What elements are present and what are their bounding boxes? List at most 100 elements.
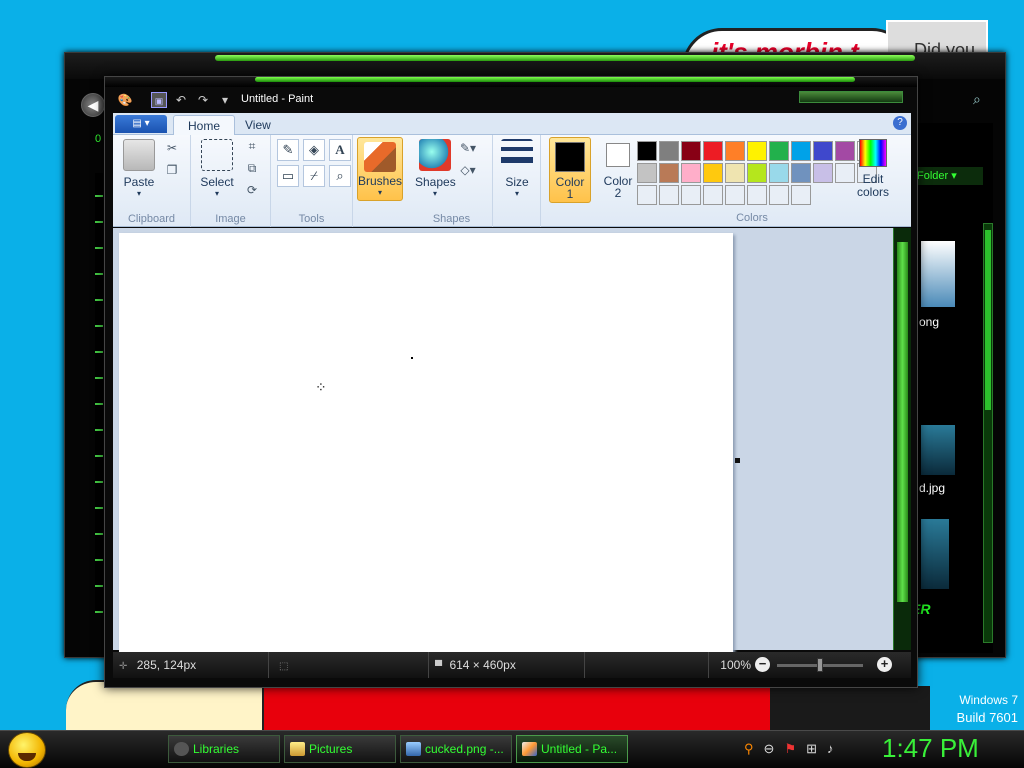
pencil-icon[interactable]: ✎ — [277, 139, 299, 161]
palette-swatch[interactable] — [703, 185, 723, 205]
palette-swatch[interactable] — [681, 185, 701, 205]
file-thumbnail[interactable] — [921, 519, 949, 589]
magnifier-icon[interactable]: ⌕ — [329, 165, 351, 187]
status-bar: ✛ 285, 124px ⬚ ▀ 614 × 460px 100% − + — [113, 652, 911, 678]
shapes-button[interactable]: Shapes ▾ — [415, 139, 456, 198]
text-icon[interactable]: A — [329, 139, 351, 161]
size-button[interactable]: Size ▾ — [497, 139, 537, 198]
palette-swatch[interactable] — [681, 163, 701, 183]
drawn-dot — [411, 357, 413, 359]
color1-swatch — [555, 142, 585, 172]
file-name[interactable]: d.jpg — [919, 481, 945, 495]
start-button[interactable] — [8, 732, 46, 768]
palette-swatch[interactable] — [637, 141, 657, 161]
brushes-button[interactable]: Brushes ▾ — [357, 137, 403, 201]
palette-swatch[interactable] — [703, 163, 723, 183]
tab-home[interactable]: Home — [173, 115, 236, 135]
paint-titlebar[interactable]: 🎨 ▣ ↶ ↷ ▾ Untitled - Paint — [113, 89, 909, 111]
palette-swatch[interactable] — [637, 185, 657, 205]
zoom-slider[interactable] — [777, 658, 863, 672]
scrollbar-thumb[interactable] — [897, 242, 908, 602]
minus-icon[interactable]: ⊖ — [764, 741, 775, 757]
zoom-slider-thumb[interactable] — [817, 658, 823, 672]
redo-icon[interactable]: ↷ — [195, 92, 211, 108]
crop-icon[interactable]: ⌗ — [243, 137, 261, 155]
back-arrow-icon[interactable]: ◀ — [81, 93, 105, 117]
palette-swatch[interactable] — [747, 163, 767, 183]
paste-button[interactable]: Paste ▾ — [119, 139, 159, 198]
canvas-scrollbar[interactable] — [893, 228, 911, 650]
cut-icon[interactable]: ✂ — [163, 139, 181, 157]
edit-colors-button[interactable]: Edit colors — [853, 137, 893, 199]
action-center-flag-icon[interactable]: ⚑ — [784, 741, 796, 757]
taskbar-item-pictures[interactable]: Pictures — [284, 735, 396, 763]
customize-dropdown-icon[interactable]: ▾ — [217, 92, 233, 108]
search-icon[interactable]: ⌕ — [973, 91, 981, 108]
resize-icon[interactable]: ⧉ — [243, 159, 261, 177]
ribbon-tab-strip: ▤ ▾ Home View ? — [113, 113, 911, 135]
clipboard-group: Paste ▾ ✂ ❐ Clipboard — [113, 135, 191, 227]
palette-swatch[interactable] — [769, 141, 789, 161]
search-icon[interactable]: ⚲ — [744, 741, 754, 757]
scrollbar-thumb[interactable] — [985, 230, 991, 410]
palette-swatch[interactable] — [835, 163, 855, 183]
file-thumbnail[interactable] — [921, 241, 955, 307]
clock[interactable]: 1:47 PM — [882, 733, 979, 764]
select-button[interactable]: Select ▾ — [197, 139, 237, 198]
fill-shape-icon[interactable]: ◇▾ — [459, 161, 477, 179]
palette-swatch[interactable] — [659, 141, 679, 161]
palette-swatch[interactable] — [769, 163, 789, 183]
network-icon[interactable]: ⊞ — [806, 741, 817, 757]
cursor-position: ✛ 285, 124px — [119, 652, 269, 678]
taskbar-item-paint[interactable]: Untitled - Pa... — [516, 735, 628, 763]
file-name[interactable]: ong — [919, 315, 939, 329]
save-icon[interactable]: ▣ — [151, 92, 167, 108]
undo-icon[interactable]: ↶ — [173, 92, 189, 108]
file-thumbnail[interactable] — [921, 425, 955, 475]
palette-swatch[interactable] — [703, 141, 723, 161]
color2-button[interactable]: Color 2 — [597, 137, 639, 203]
explorer-scrollbar[interactable] — [983, 223, 993, 643]
palette-swatch[interactable] — [747, 185, 767, 205]
palette-swatch[interactable] — [725, 163, 745, 183]
color-picker-icon[interactable]: ⌿ — [303, 165, 325, 187]
cursor-position-icon: ✛ — [119, 661, 128, 672]
palette-swatch[interactable] — [725, 141, 745, 161]
taskbar-item-libraries[interactable]: Libraries — [168, 735, 280, 763]
palette-swatch[interactable] — [791, 141, 811, 161]
paint-window[interactable]: 🎨 ▣ ↶ ↷ ▾ Untitled - Paint ▤ ▾ Home View… — [104, 76, 918, 688]
tab-view[interactable]: View — [231, 115, 285, 135]
os-name: Windows 7 — [959, 693, 1018, 707]
paint-icon — [522, 742, 537, 756]
drawing-canvas[interactable]: ⁘ — [119, 233, 733, 655]
palette-swatch[interactable] — [659, 185, 679, 205]
zoom-out-button[interactable]: − — [755, 657, 770, 672]
canvas-size: ▀ 614 × 460px — [429, 652, 585, 678]
rotate-icon[interactable]: ⟳ — [243, 181, 261, 199]
fill-icon[interactable]: ◈ — [303, 139, 325, 161]
taskbar-item-image-viewer[interactable]: cucked.png -... — [400, 735, 512, 763]
outline-icon[interactable]: ✎▾ — [459, 139, 477, 157]
eraser-icon[interactable]: ▭ — [277, 165, 299, 187]
palette-swatch[interactable] — [637, 163, 657, 183]
new-folder-button[interactable]: Folder ▾ — [913, 167, 983, 185]
paint-menu-button[interactable]: ▤ ▾ — [115, 115, 167, 133]
palette-swatch[interactable] — [813, 163, 833, 183]
canvas-resize-handle[interactable] — [735, 458, 740, 463]
volume-icon[interactable]: ♪ — [827, 741, 834, 757]
palette-swatch[interactable] — [659, 163, 679, 183]
palette-swatch[interactable] — [769, 185, 789, 205]
help-icon[interactable]: ? — [893, 116, 907, 130]
palette-swatch[interactable] — [835, 141, 855, 161]
color1-button[interactable]: Color 1 — [549, 137, 591, 203]
copy-icon[interactable]: ❐ — [163, 161, 181, 179]
zoom-in-button[interactable]: + — [877, 657, 892, 672]
palette-swatch[interactable] — [813, 141, 833, 161]
palette-swatch[interactable] — [791, 185, 811, 205]
palette-swatch[interactable] — [747, 141, 767, 161]
palette-swatch[interactable] — [725, 185, 745, 205]
palette-swatch[interactable] — [681, 141, 701, 161]
paint-app-icon[interactable]: 🎨 — [117, 92, 133, 108]
window-controls[interactable] — [799, 91, 903, 103]
palette-swatch[interactable] — [791, 163, 811, 183]
